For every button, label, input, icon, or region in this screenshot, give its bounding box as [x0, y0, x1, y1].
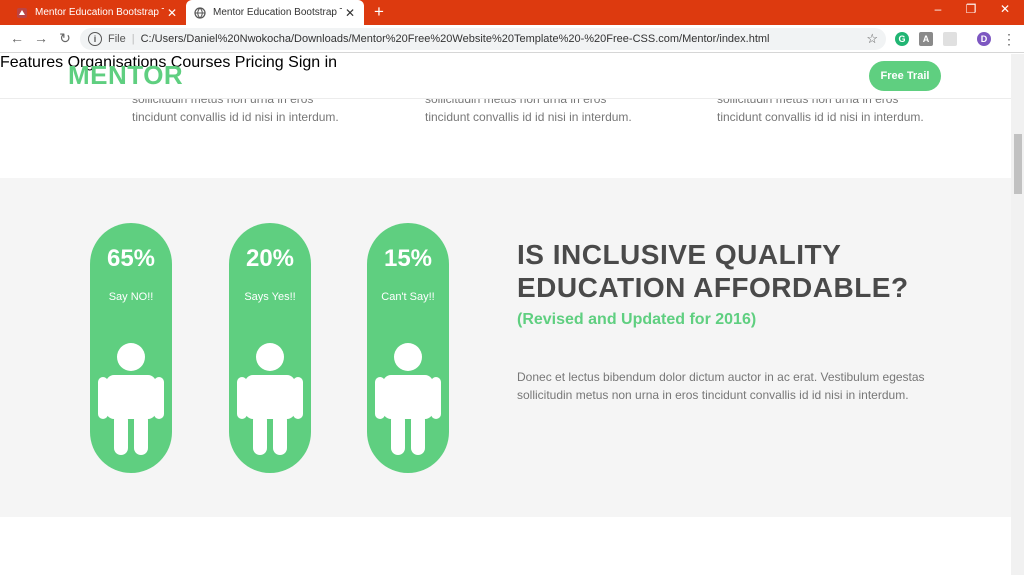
scrollbar-thumb[interactable] — [1014, 134, 1022, 194]
tab-title: Mentor Education Bootstrap The — [35, 7, 164, 18]
globe-icon — [194, 6, 206, 19]
grammarly-extension-icon[interactable]: G — [895, 32, 909, 46]
browser-tab-active[interactable]: Mentor Education Bootstrap The ✕ — [186, 0, 364, 25]
nav-features[interactable]: Features — [0, 54, 63, 71]
page-viewport: sollicitudin metus non urna in eros tinc… — [0, 54, 1011, 575]
profile-avatar[interactable]: D — [977, 32, 991, 46]
menu-kebab-icon[interactable]: ⋮ — [1000, 31, 1018, 48]
section-subheadline: (Revised and Updated for 2016) — [517, 311, 757, 328]
nav-pricing[interactable]: Pricing — [235, 54, 284, 71]
section-body-text: Donec et lectus bibendum dolor dictum au… — [517, 370, 925, 402]
stat-pill-no: 65% Say NO!! — [90, 223, 172, 473]
close-window-button[interactable]: ✕ — [990, 2, 1020, 16]
pdf-extension-icon[interactable]: A — [919, 32, 933, 46]
stat-percent: 20% — [245, 245, 295, 272]
person-icon — [237, 343, 303, 455]
free-trail-button[interactable]: Free Trail — [869, 61, 941, 91]
person-icon — [375, 343, 441, 455]
page-scrollbar[interactable] — [1011, 54, 1024, 575]
stat-label: Say NO!! — [108, 291, 154, 303]
file-scheme-label: File — [108, 33, 126, 45]
browser-toolbar: ← → ↻ i File | C:/Users/Daniel%20Nwokoch… — [0, 25, 1024, 53]
person-icon — [98, 343, 164, 455]
restore-button[interactable]: ❐ — [956, 2, 986, 16]
back-arrow-icon[interactable]: ← — [8, 30, 26, 46]
page-favicon-icon — [16, 7, 28, 19]
tab-title: Mentor Education Bootstrap The — [213, 7, 342, 18]
reload-icon[interactable]: ↻ — [56, 30, 74, 47]
nav-sign-in[interactable]: Sign in — [288, 54, 337, 71]
address-bar[interactable]: i File | C:/Users/Daniel%20Nwokocha/Down… — [80, 28, 886, 50]
tab-close-icon[interactable]: ✕ — [342, 6, 358, 20]
minimize-button[interactable]: – — [923, 2, 953, 16]
tab-close-icon[interactable]: ✕ — [164, 6, 180, 20]
stats-section: 65% Say NO!! 20% Says Yes!! 15% Can't Sa… — [0, 178, 1011, 517]
browser-tab-inactive[interactable]: Mentor Education Bootstrap The ✕ — [8, 0, 186, 25]
stat-pill-cant-say: 15% Can't Say!! — [367, 223, 449, 473]
forward-arrow-icon[interactable]: → — [32, 30, 50, 46]
next-section — [0, 517, 1011, 575]
address-separator: | — [131, 33, 135, 45]
new-tab-button[interactable]: + — [374, 3, 384, 21]
info-icon[interactable]: i — [88, 32, 102, 46]
site-header: MENTOR Features Organisations Courses Pr… — [0, 54, 1011, 99]
stat-percent: 15% — [383, 245, 433, 272]
stat-label: Can't Say!! — [381, 291, 435, 303]
stat-percent: 65% — [106, 245, 156, 272]
stat-pill-yes: 20% Says Yes!! — [229, 223, 311, 473]
browser-tab-bar: Mentor Education Bootstrap The ✕ Mentor … — [0, 0, 1024, 25]
extension-icon[interactable] — [943, 32, 957, 46]
site-logo[interactable]: MENTOR — [68, 60, 183, 91]
bookmark-star-icon[interactable]: ☆ — [866, 31, 878, 47]
url-text[interactable]: C:/Users/Daniel%20Nwokocha/Downloads/Men… — [141, 33, 770, 45]
stat-label: Says Yes!! — [244, 291, 296, 303]
section-headline: IS INCLUSIVE QUALITY EDUCATION AFFORDABL… — [517, 239, 909, 303]
